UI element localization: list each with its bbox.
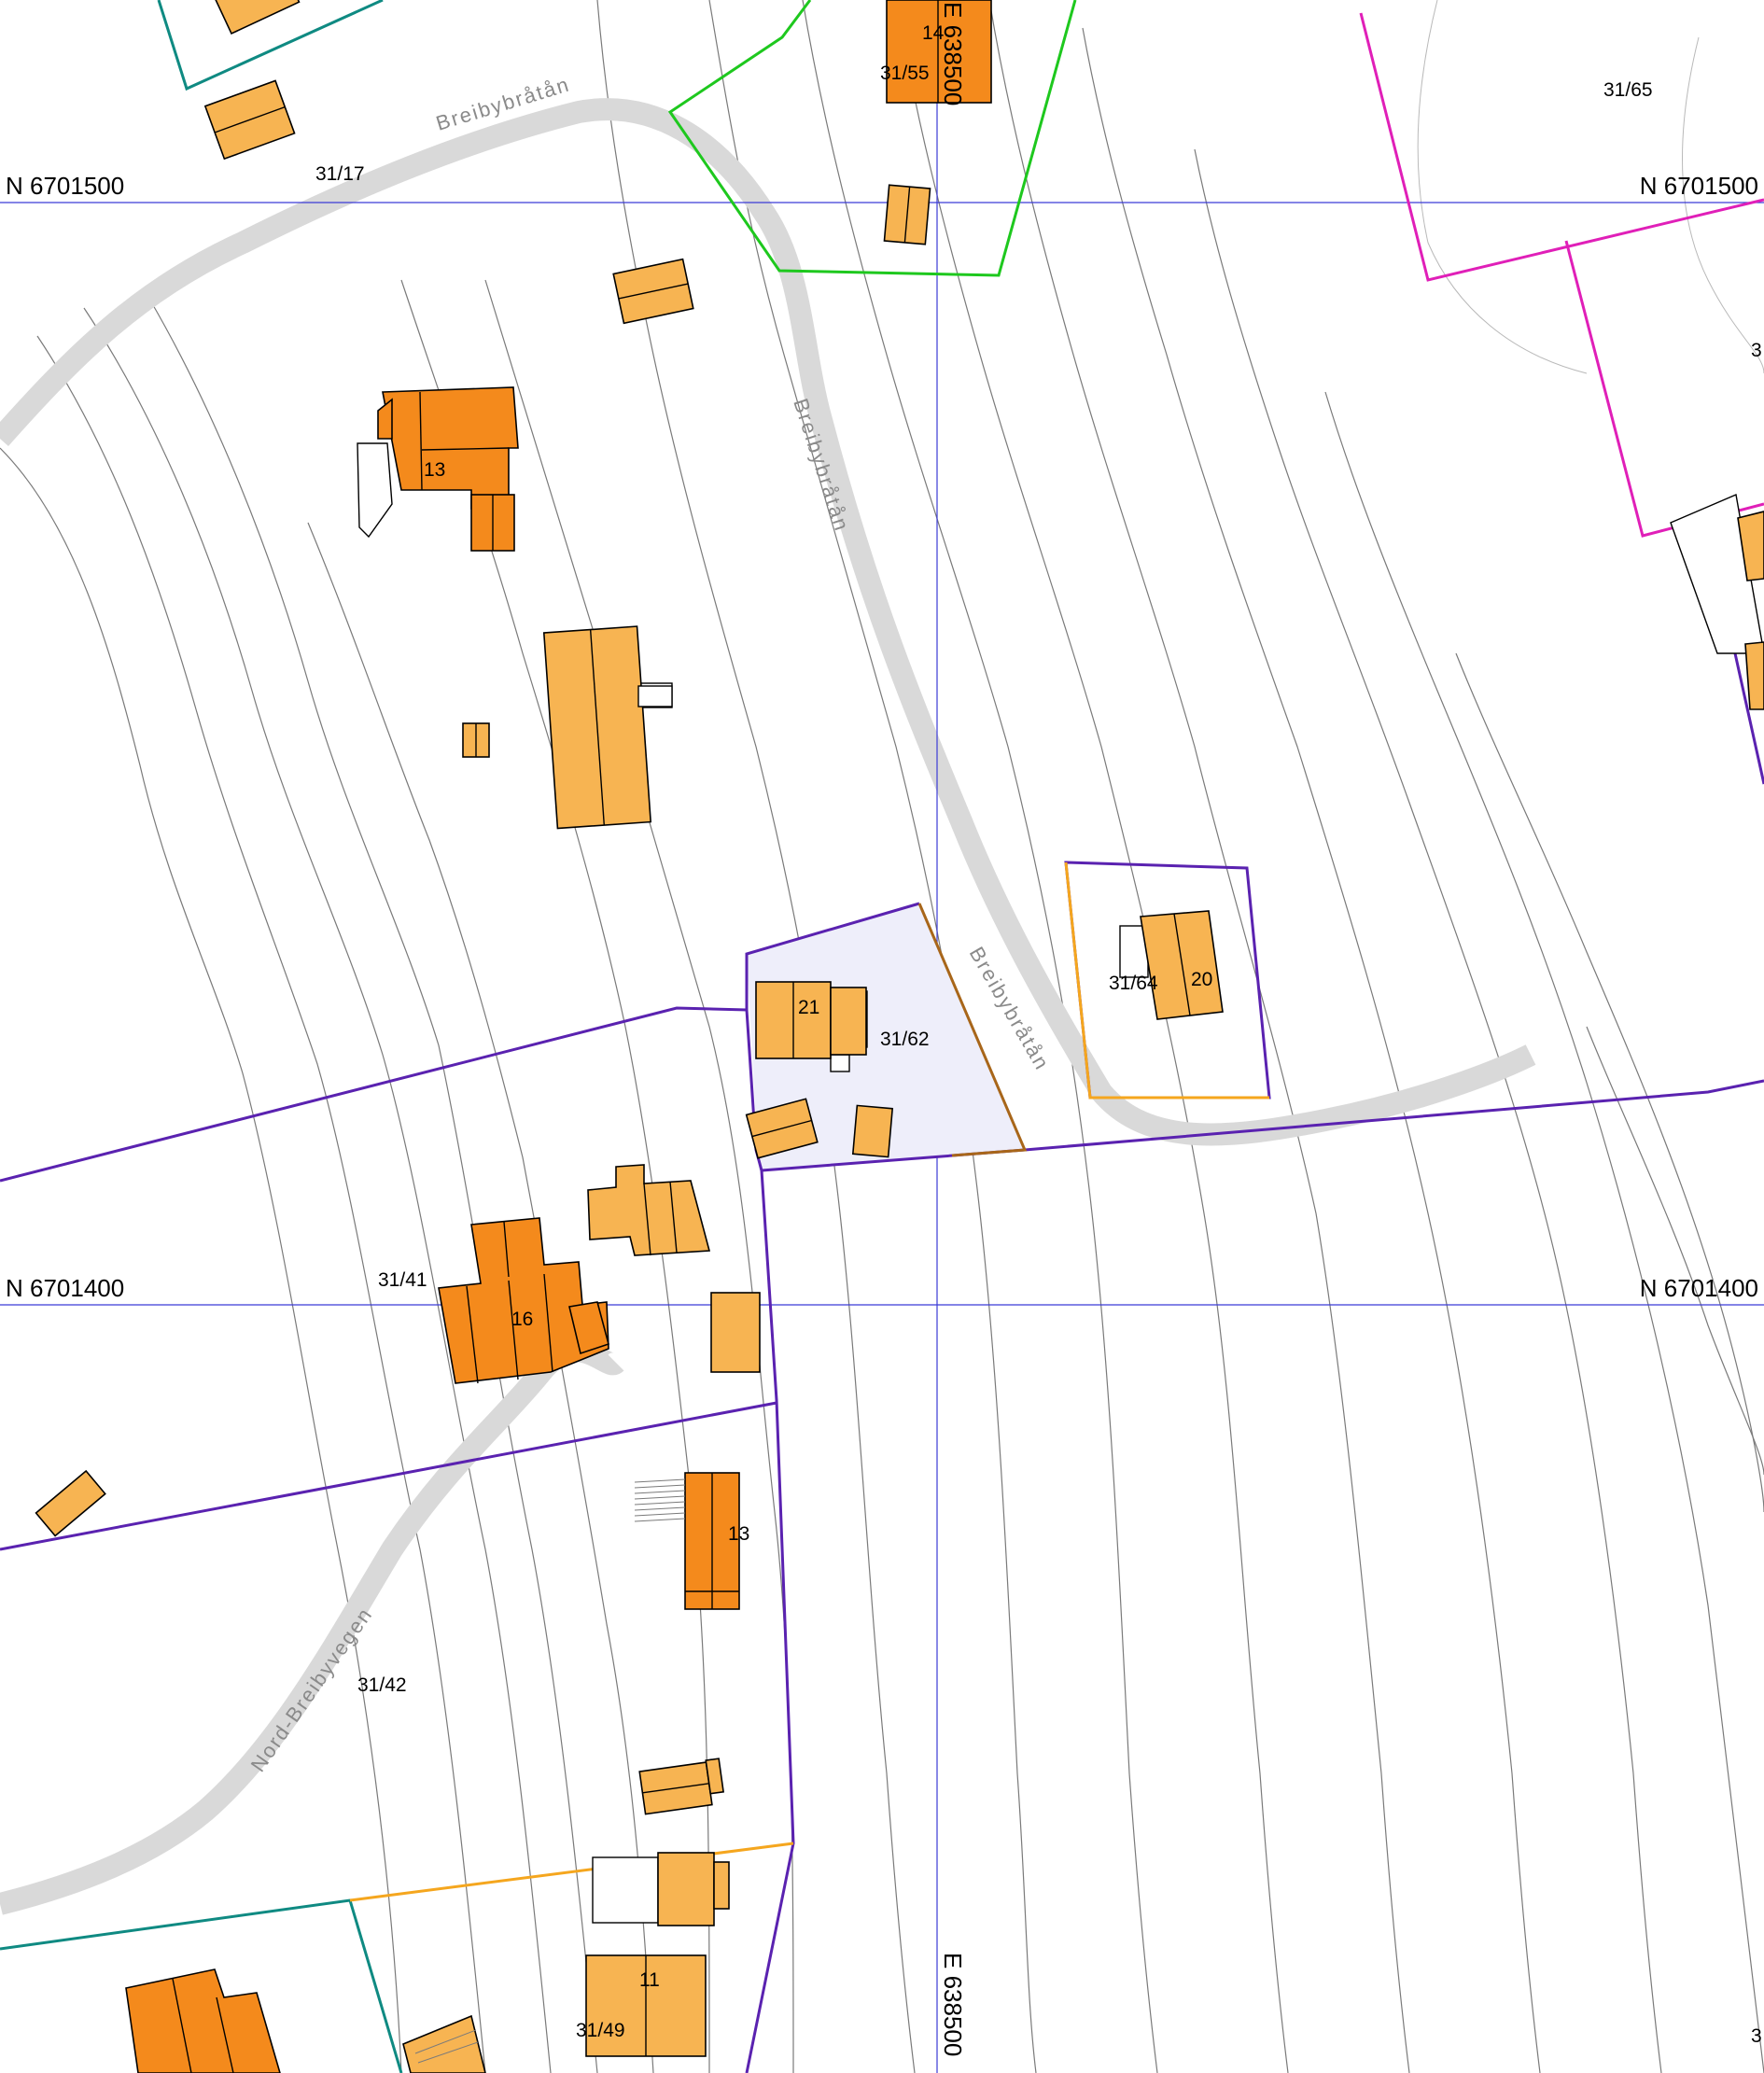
- house-number-21: 21: [798, 997, 819, 1018]
- road-nord-breibyvegen: [0, 1339, 624, 1915]
- building-cluster-north: [587, 1164, 711, 1256]
- building-left-edge: [35, 1469, 106, 1537]
- parcel-label-31-55: 31/55: [880, 63, 930, 84]
- building-barn: [542, 625, 652, 830]
- building-top-left: [215, 0, 301, 35]
- building-20: [1140, 910, 1224, 1020]
- grid-label-n-top-right: N 6701500: [1640, 172, 1758, 200]
- house-number-16: 16: [511, 1309, 533, 1330]
- parcel-label-31-41: 31/41: [378, 1269, 427, 1291]
- building-road-shed: [612, 258, 694, 325]
- grid-label-e-bottom: E 638500: [939, 1953, 967, 2056]
- house-number-20: 20: [1191, 969, 1212, 990]
- parcel-label-31-62: 31/62: [880, 1029, 930, 1050]
- boundary-magenta: [1359, 12, 1764, 282]
- boundary-magenta-2: [1564, 240, 1764, 538]
- parcel-label-31-65: 31/65: [1603, 79, 1653, 101]
- grid-label-e-top: E 638500: [939, 2, 967, 105]
- parcel-label-31-17: 31/17: [315, 163, 365, 185]
- building-16: [438, 1217, 609, 1384]
- building-21: [755, 981, 867, 1059]
- parcel-label-31-64: 31/64: [1109, 973, 1158, 994]
- property-map: N 6701500 N 6701500 N 6701400 N 6701400 …: [0, 0, 1764, 2073]
- house-numbers: 14 13 21 20 16 13 11: [424, 22, 1212, 1991]
- boundary-purple-diagonal: [0, 1401, 777, 1551]
- building-31-17-shed: [203, 79, 296, 161]
- building-orange-border-house: [657, 1852, 730, 1926]
- building-14: [886, 0, 992, 104]
- parcel-label-31-49: 31/49: [576, 2020, 625, 2041]
- parcel-label-edge-right-bottom: 3: [1751, 2025, 1762, 2047]
- house-number-13-south: 13: [728, 1523, 749, 1545]
- grid-label-n-bottom-right: N 6701400: [1640, 1274, 1758, 1302]
- grid-label-n-bottom-left: N 6701400: [6, 1274, 124, 1302]
- boundary-green: [667, 0, 1077, 277]
- parcel-label-edge-right-top: 3: [1751, 340, 1762, 361]
- stairs: [634, 1478, 686, 1522]
- house-number-11: 11: [639, 1969, 660, 1991]
- building-garage: [710, 1292, 761, 1373]
- building-31-42-shed: [638, 1758, 725, 1815]
- parcel-label-31-42: 31/42: [357, 1674, 407, 1696]
- building-13-south: [634, 1472, 740, 1610]
- house-number-14: 14: [922, 22, 945, 44]
- building-31-62-shed-2: [851, 1104, 894, 1158]
- house-number-13-north: 13: [424, 459, 445, 481]
- building-bottom-left: [125, 1968, 281, 2073]
- grid-label-n-top-left: N 6701500: [6, 172, 124, 200]
- building-13-north: [377, 386, 519, 552]
- building-bottom-stairs: [402, 2014, 486, 2073]
